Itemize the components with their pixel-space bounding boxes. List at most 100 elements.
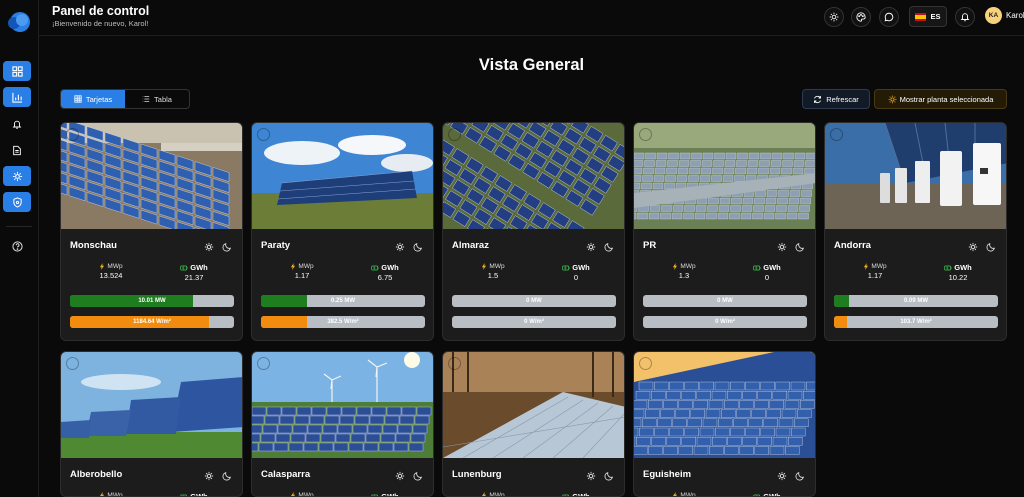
plant-settings-button[interactable] [395, 239, 405, 257]
plant-night-mode-button[interactable] [604, 468, 614, 486]
power-bar: 0 MW [643, 295, 807, 307]
energy-metric: GWh 0 [737, 263, 797, 282]
user-name[interactable]: Karol [1006, 11, 1024, 20]
plant-card[interactable]: Calasparra MWp GWh [251, 351, 434, 497]
language-selector[interactable]: ES [909, 6, 947, 27]
sidebar-item-alerts[interactable] [3, 114, 31, 134]
moon-icon [795, 243, 804, 252]
moon-icon [604, 243, 613, 252]
plant-card[interactable]: Almaraz MWp 1.5 GWh 0 0 MW 0 W/m² [442, 122, 625, 341]
plant-night-mode-button[interactable] [222, 239, 232, 257]
gwh-label: GWh [763, 492, 781, 497]
tab-table-label: Tabla [154, 94, 172, 104]
plant-night-mode-button[interactable] [795, 239, 805, 257]
plant-photo [443, 352, 624, 458]
mwp-value: 1.17 [294, 271, 310, 280]
irradiance-bar: 1184.64 W/m² [70, 316, 234, 328]
plant-photo [825, 123, 1006, 229]
plant-night-mode-button[interactable] [413, 468, 423, 486]
gwh-label: GWh [572, 263, 590, 272]
card-actions [777, 468, 805, 486]
plant-name: Calasparra [261, 469, 311, 480]
irradiance-value: 0 W/m² [524, 319, 544, 325]
gwh-label: GWh [954, 263, 972, 272]
plant-settings-button[interactable] [586, 468, 596, 486]
avatar[interactable]: KA [985, 7, 1002, 24]
plant-night-mode-button[interactable] [413, 239, 423, 257]
bell-icon [12, 120, 22, 129]
gwh-value: 6.75 [377, 273, 393, 282]
gwh-label: GWh [190, 492, 208, 497]
tab-table[interactable]: Tabla [125, 90, 189, 108]
sidebar-item-reports[interactable] [3, 140, 31, 160]
country-flag-icon [448, 128, 461, 141]
plant-card[interactable]: Andorra MWp 1.17 GWh 10.22 0.09 MW 103.7… [824, 122, 1007, 341]
plant-name: Eguisheim [643, 469, 692, 480]
plant-photo [252, 352, 433, 458]
battery-icon [371, 265, 379, 270]
plant-name: Alberobello [70, 469, 123, 480]
app-logo[interactable] [6, 9, 31, 34]
plant-night-mode-button[interactable] [795, 468, 805, 486]
theme-toggle-button[interactable] [824, 7, 844, 27]
bolt-icon [291, 263, 296, 270]
bolt-icon [673, 263, 678, 270]
country-flag-icon [639, 357, 652, 370]
settings-icon [12, 171, 22, 181]
grid-icon [74, 95, 82, 103]
country-flag-icon [66, 128, 79, 141]
document-icon [13, 145, 21, 155]
battery-icon [562, 494, 570, 496]
sidebar-item-settings[interactable] [3, 166, 31, 186]
energy-metric: GWh 10.22 [928, 263, 988, 282]
gwh-value: 0 [764, 273, 770, 282]
plant-settings-button[interactable] [204, 239, 214, 257]
bolt-icon [482, 263, 487, 270]
country-flag-icon [257, 128, 270, 141]
plant-card[interactable]: Monschau MWp 13.524 GWh 21.37 10.01 MW 1… [60, 122, 243, 341]
plant-settings-button[interactable] [204, 468, 214, 486]
power-value: 0 MW [717, 298, 733, 304]
gwh-label: GWh [763, 263, 781, 272]
energy-metric: GWh 21.37 [164, 263, 224, 282]
card-actions [204, 239, 232, 257]
mwp-label: MWp [489, 492, 505, 497]
plant-photo [61, 123, 242, 229]
plant-name: PR [643, 240, 657, 251]
card-actions [777, 239, 805, 257]
show-selected-label: Mostrar planta seleccionada [899, 94, 994, 104]
plant-night-mode-button[interactable] [222, 468, 232, 486]
palette-button[interactable] [851, 7, 871, 27]
chat-button[interactable] [879, 7, 899, 27]
gear-icon [204, 242, 214, 252]
page-title: Panel de control [52, 4, 150, 18]
plant-settings-button[interactable] [395, 468, 405, 486]
plant-card[interactable]: Alberobello MWp GWh [60, 351, 243, 497]
gear-icon [395, 242, 405, 252]
plant-card[interactable]: Paraty MWp 1.17 GWh 6.75 0.25 MW 382.5 W… [251, 122, 434, 341]
plant-settings-button[interactable] [777, 468, 787, 486]
tab-cards[interactable]: Tarjetas [61, 90, 125, 108]
show-selected-plant-button[interactable]: Mostrar planta seleccionada [874, 89, 1007, 109]
plant-night-mode-button[interactable] [986, 239, 996, 257]
plant-settings-button[interactable] [586, 239, 596, 257]
notifications-button[interactable] [955, 7, 975, 27]
irradiance-bar: 0 W/m² [452, 316, 616, 328]
irradiance-value: 0 W/m² [715, 319, 735, 325]
plant-card[interactable]: PR MWp 1.3 GWh 0 0 MW 0 W/m² [633, 122, 816, 341]
bolt-icon [100, 492, 105, 496]
plant-settings-button[interactable] [968, 239, 978, 257]
gear-icon [586, 242, 596, 252]
plant-card[interactable]: Lunenburg MWp GWh [442, 351, 625, 497]
sidebar-item-security[interactable] [3, 192, 31, 212]
moon-icon [413, 243, 422, 252]
plant-settings-button[interactable] [777, 239, 787, 257]
irradiance-value: 103.7 W/m² [900, 319, 932, 325]
plant-card[interactable]: Eguisheim MWp GWh [633, 351, 816, 497]
sidebar-item-charts[interactable] [3, 87, 31, 107]
refresh-button[interactable]: Refrescar [802, 89, 870, 109]
plant-night-mode-button[interactable] [604, 239, 614, 257]
welcome-message: ¡Bienvenido de nuevo, Karol! [52, 19, 149, 28]
sidebar-item-help[interactable] [3, 236, 31, 256]
gear-icon [586, 471, 596, 481]
